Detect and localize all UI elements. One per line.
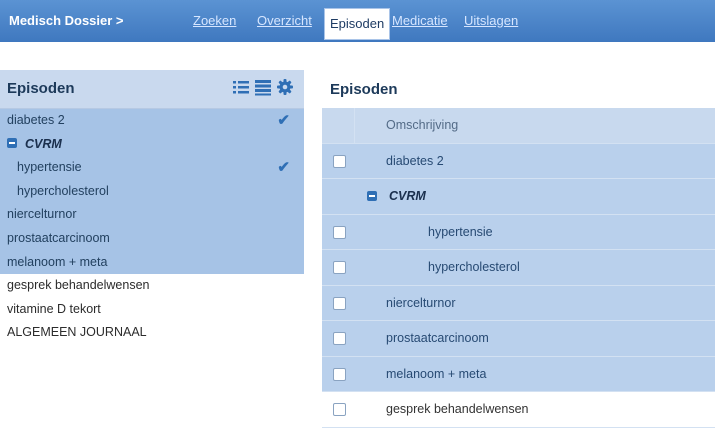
- nav-episoden[interactable]: Episoden: [324, 8, 391, 40]
- list-item-label: CVRM: [25, 136, 62, 151]
- table-row[interactable]: hypertensie: [322, 214, 715, 250]
- row-label: melanoom + meta: [386, 366, 487, 381]
- list-item-group[interactable]: CVRM: [0, 132, 304, 157]
- nav-zoeken[interactable]: Zoeken: [193, 0, 236, 42]
- panel-divider: [304, 56, 322, 412]
- episode-list: diabetes 2 ✔ CVRM hypertensie ✔ hypercho…: [0, 109, 304, 345]
- table-row[interactable]: diabetes 2: [322, 143, 715, 179]
- list-item-label: hypertensie: [17, 160, 82, 175]
- row-checkbox[interactable]: [333, 332, 346, 345]
- list-item[interactable]: hypertensie ✔: [0, 156, 304, 180]
- list-item-label: melanoom + meta: [7, 254, 108, 269]
- row-label: diabetes 2: [386, 153, 444, 168]
- list-icon[interactable]: [232, 78, 250, 96]
- episode-panel: Episoden Omschrijving diabetes 2 CVRM hy…: [322, 56, 715, 428]
- row-checkbox[interactable]: [333, 367, 346, 381]
- row-checkbox[interactable]: [333, 296, 346, 310]
- list-item-label: diabetes 2: [7, 113, 65, 127]
- row-checkbox[interactable]: [333, 261, 346, 274]
- table-row[interactable]: prostaatcarcinoom: [322, 321, 715, 357]
- panel-header: Episoden: [322, 70, 715, 108]
- row-checkbox[interactable]: [333, 225, 346, 239]
- top-navigation-bar: Medisch Dossier > Zoeken Overzicht Episo…: [0, 0, 715, 42]
- check-icon: ✔: [277, 112, 290, 129]
- episode-table: Omschrijving diabetes 2 CVRM hypertensie…: [322, 108, 715, 428]
- table-icon[interactable]: [254, 78, 272, 96]
- list-item[interactable]: melanoom + meta: [0, 250, 304, 275]
- list-item[interactable]: prostaatcarcinoom: [0, 226, 304, 251]
- nav-uitslagen[interactable]: Uitslagen: [464, 0, 518, 42]
- table-header-row: Omschrijving: [322, 108, 715, 144]
- list-item[interactable]: gesprek behandelwensen: [0, 274, 304, 298]
- list-item[interactable]: hypercholesterol: [0, 179, 304, 204]
- table-row[interactable]: melanoom + meta: [322, 356, 715, 392]
- breadcrumb[interactable]: Medisch Dossier >: [9, 0, 124, 42]
- row-label: prostaatcarcinoom: [386, 331, 489, 345]
- collapse-icon[interactable]: [367, 191, 377, 201]
- list-item[interactable]: ALGEMEEN JOURNAAL: [0, 321, 304, 345]
- check-icon: ✔: [277, 159, 290, 177]
- nav-overzicht[interactable]: Overzicht: [257, 0, 312, 42]
- row-label: CVRM: [389, 189, 426, 203]
- table-row[interactable]: niercelturnor: [322, 285, 715, 321]
- list-item-label: prostaatcarcinoom: [7, 230, 110, 245]
- sidebar-title: Episoden: [7, 80, 75, 97]
- row-checkbox[interactable]: [333, 154, 346, 168]
- list-item[interactable]: diabetes 2 ✔: [0, 109, 304, 133]
- table-row[interactable]: gesprek behandelwensen: [322, 392, 715, 428]
- collapse-icon[interactable]: [7, 138, 17, 149]
- row-label: niercelturnor: [386, 295, 456, 310]
- column-separator: [354, 108, 355, 143]
- row-label: gesprek behandelwensen: [386, 402, 529, 416]
- table-row[interactable]: hypercholesterol: [322, 250, 715, 286]
- column-header-omschrijving[interactable]: Omschrijving: [386, 108, 458, 143]
- episode-sidebar: Episoden diabetes 2 ✔ CVRM hypertensie ✔…: [0, 56, 304, 412]
- list-item-label: niercelturnor: [7, 207, 77, 222]
- sidebar-header: Episoden: [0, 70, 304, 109]
- list-item-label: gesprek behandelwensen: [7, 278, 150, 293]
- gear-icon[interactable]: [276, 78, 294, 96]
- list-item-label: ALGEMEEN JOURNAAL: [7, 325, 147, 340]
- row-label: hypercholesterol: [428, 260, 520, 274]
- table-row-group[interactable]: CVRM: [322, 179, 715, 215]
- list-item[interactable]: vitamine D tekort: [0, 297, 304, 322]
- list-item-label: hypercholesterol: [17, 183, 109, 198]
- list-item[interactable]: niercelturnor: [0, 203, 304, 227]
- row-label: hypertensie: [428, 224, 493, 239]
- row-checkbox[interactable]: [333, 403, 346, 416]
- panel-title: Episoden: [330, 81, 398, 98]
- list-item-label: vitamine D tekort: [7, 301, 101, 316]
- nav-medicatie[interactable]: Medicatie: [392, 0, 448, 42]
